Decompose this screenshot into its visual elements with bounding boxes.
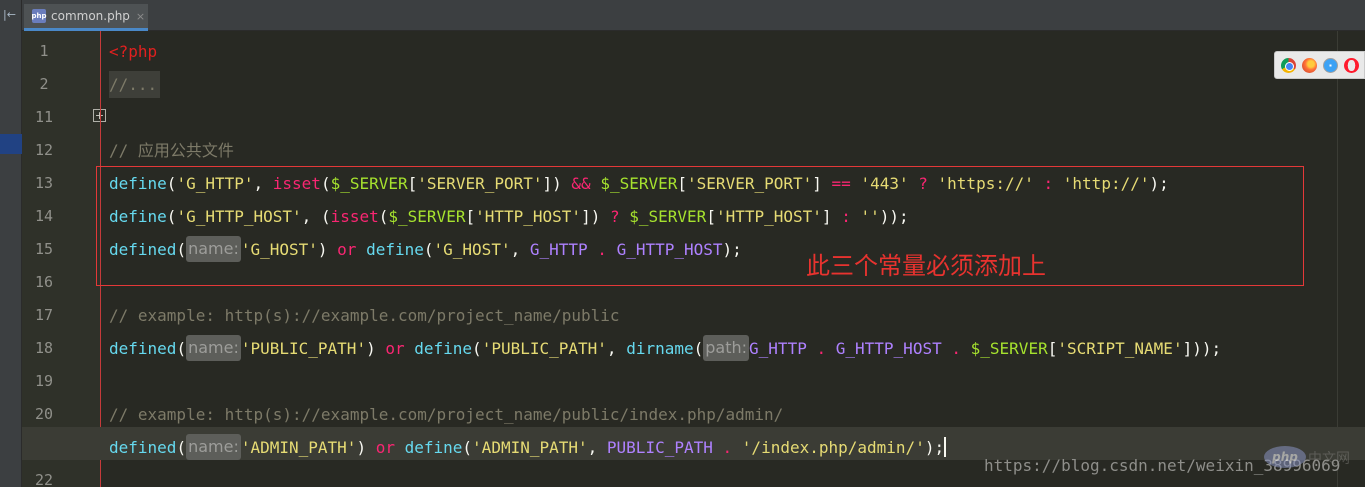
keyword: . bbox=[816, 339, 827, 358]
punctuation bbox=[942, 339, 952, 358]
code-comment: // example: http(s)://example.com/projec… bbox=[109, 306, 620, 325]
string-literal: '/index.php/admin/' bbox=[741, 438, 925, 457]
punctuation: ( bbox=[462, 438, 473, 457]
browser-preview-bar bbox=[1274, 51, 1365, 79]
close-icon[interactable]: × bbox=[136, 10, 145, 23]
function-name: defined bbox=[109, 438, 177, 457]
punctuation: [ bbox=[1047, 339, 1058, 358]
punctuation: , bbox=[587, 438, 607, 457]
line-number: 22 bbox=[34, 471, 54, 487]
punctuation: ); bbox=[924, 438, 945, 457]
annotation-text: 此三个常量必须添加上 bbox=[806, 252, 1046, 280]
constant: G_HTTP bbox=[749, 339, 807, 358]
watermark-site: 中文网 bbox=[1308, 451, 1350, 467]
string-literal: 'SCRIPT_NAME' bbox=[1057, 339, 1183, 358]
code-line: defined(name: 'PUBLIC_PATH') or define('P… bbox=[109, 332, 1221, 365]
code-line: // 应用公共文件 bbox=[109, 134, 234, 167]
line-number: 16 bbox=[34, 273, 54, 291]
tab-label: common.php bbox=[51, 9, 130, 23]
code-line: //... bbox=[109, 68, 161, 101]
string-literal: 'ADMIN_PATH' bbox=[240, 438, 357, 457]
punctuation bbox=[826, 339, 836, 358]
right-margin-guide bbox=[1337, 31, 1338, 487]
keyword: . bbox=[722, 438, 733, 457]
string-literal: 'PUBLIC_PATH' bbox=[240, 339, 367, 358]
line-number: 11 bbox=[34, 108, 54, 126]
punctuation bbox=[732, 438, 742, 457]
code-line: // example: http(s)://example.com/projec… bbox=[109, 299, 620, 332]
tool-window-strip: |← bbox=[0, 0, 22, 487]
punctuation bbox=[405, 339, 415, 358]
parameter-hint: name: bbox=[186, 335, 241, 361]
punctuation bbox=[961, 339, 971, 358]
punctuation: , bbox=[606, 339, 627, 358]
punctuation: ( bbox=[472, 339, 482, 358]
code-line: // example: http(s)://example.com/projec… bbox=[109, 398, 783, 431]
variable: $_SERVER bbox=[970, 339, 1048, 358]
opera-icon[interactable] bbox=[1344, 57, 1359, 73]
punctuation: ) bbox=[366, 339, 386, 358]
constant: PUBLIC_PATH bbox=[606, 438, 713, 457]
line-number: 14 bbox=[34, 207, 54, 225]
line-number: 15 bbox=[34, 240, 54, 258]
folded-region[interactable]: //... bbox=[109, 71, 161, 98]
highlight-box bbox=[96, 166, 1304, 286]
line-number: 19 bbox=[34, 372, 54, 390]
code-line: <?php bbox=[109, 35, 157, 68]
keyword: . bbox=[951, 339, 961, 358]
punctuation: ( bbox=[176, 339, 187, 358]
line-number: 17 bbox=[34, 306, 54, 324]
constant: G_HTTP_HOST bbox=[835, 339, 942, 358]
tab-common-php[interactable]: php common.php × bbox=[24, 4, 148, 31]
text-cursor bbox=[944, 437, 947, 457]
parameter-hint: name: bbox=[186, 434, 241, 460]
function-name: define bbox=[414, 339, 473, 358]
punctuation bbox=[713, 438, 723, 457]
line-number: 13 bbox=[34, 174, 54, 192]
string-literal: 'PUBLIC_PATH' bbox=[481, 339, 607, 358]
ide-window: |← php common.php × + 121112131415161718… bbox=[0, 0, 1365, 487]
keyword: or bbox=[375, 438, 395, 457]
php-file-icon: php bbox=[32, 9, 47, 23]
line-number: 2 bbox=[39, 75, 49, 93]
code-comment: // 应用公共文件 bbox=[109, 141, 234, 160]
string-literal: 'ADMIN_PATH' bbox=[472, 438, 588, 457]
function-name: defined bbox=[109, 339, 177, 358]
punctuation: ( bbox=[693, 339, 704, 358]
parameter-hint: path: bbox=[703, 335, 750, 361]
punctuation bbox=[395, 438, 405, 457]
collapse-panel-icon[interactable]: |← bbox=[3, 8, 17, 22]
punctuation: ) bbox=[356, 438, 376, 457]
function-name: define bbox=[404, 438, 463, 457]
code-line: defined(name: 'ADMIN_PATH') or define('AD… bbox=[109, 431, 947, 464]
line-number: 12 bbox=[34, 141, 54, 159]
firefox-icon[interactable] bbox=[1302, 57, 1317, 73]
php-logo: php bbox=[1264, 446, 1306, 468]
punctuation: ])); bbox=[1182, 339, 1222, 358]
line-number: 18 bbox=[34, 339, 54, 357]
safari-icon[interactable] bbox=[1323, 57, 1338, 73]
line-number-gutter: + 12111213141516171819202122 bbox=[22, 31, 106, 487]
keyword: or bbox=[385, 339, 405, 358]
scroll-position-marker bbox=[0, 134, 22, 154]
editor-tab-bar: php common.php × bbox=[22, 0, 1365, 31]
punctuation: ( bbox=[176, 438, 187, 457]
chrome-icon[interactable] bbox=[1281, 57, 1296, 73]
function-name: dirname bbox=[626, 339, 694, 358]
code-comment: // example: http(s)://example.com/projec… bbox=[109, 405, 784, 424]
line-number: 1 bbox=[39, 42, 49, 60]
php-open-tag: <?php bbox=[109, 42, 158, 61]
